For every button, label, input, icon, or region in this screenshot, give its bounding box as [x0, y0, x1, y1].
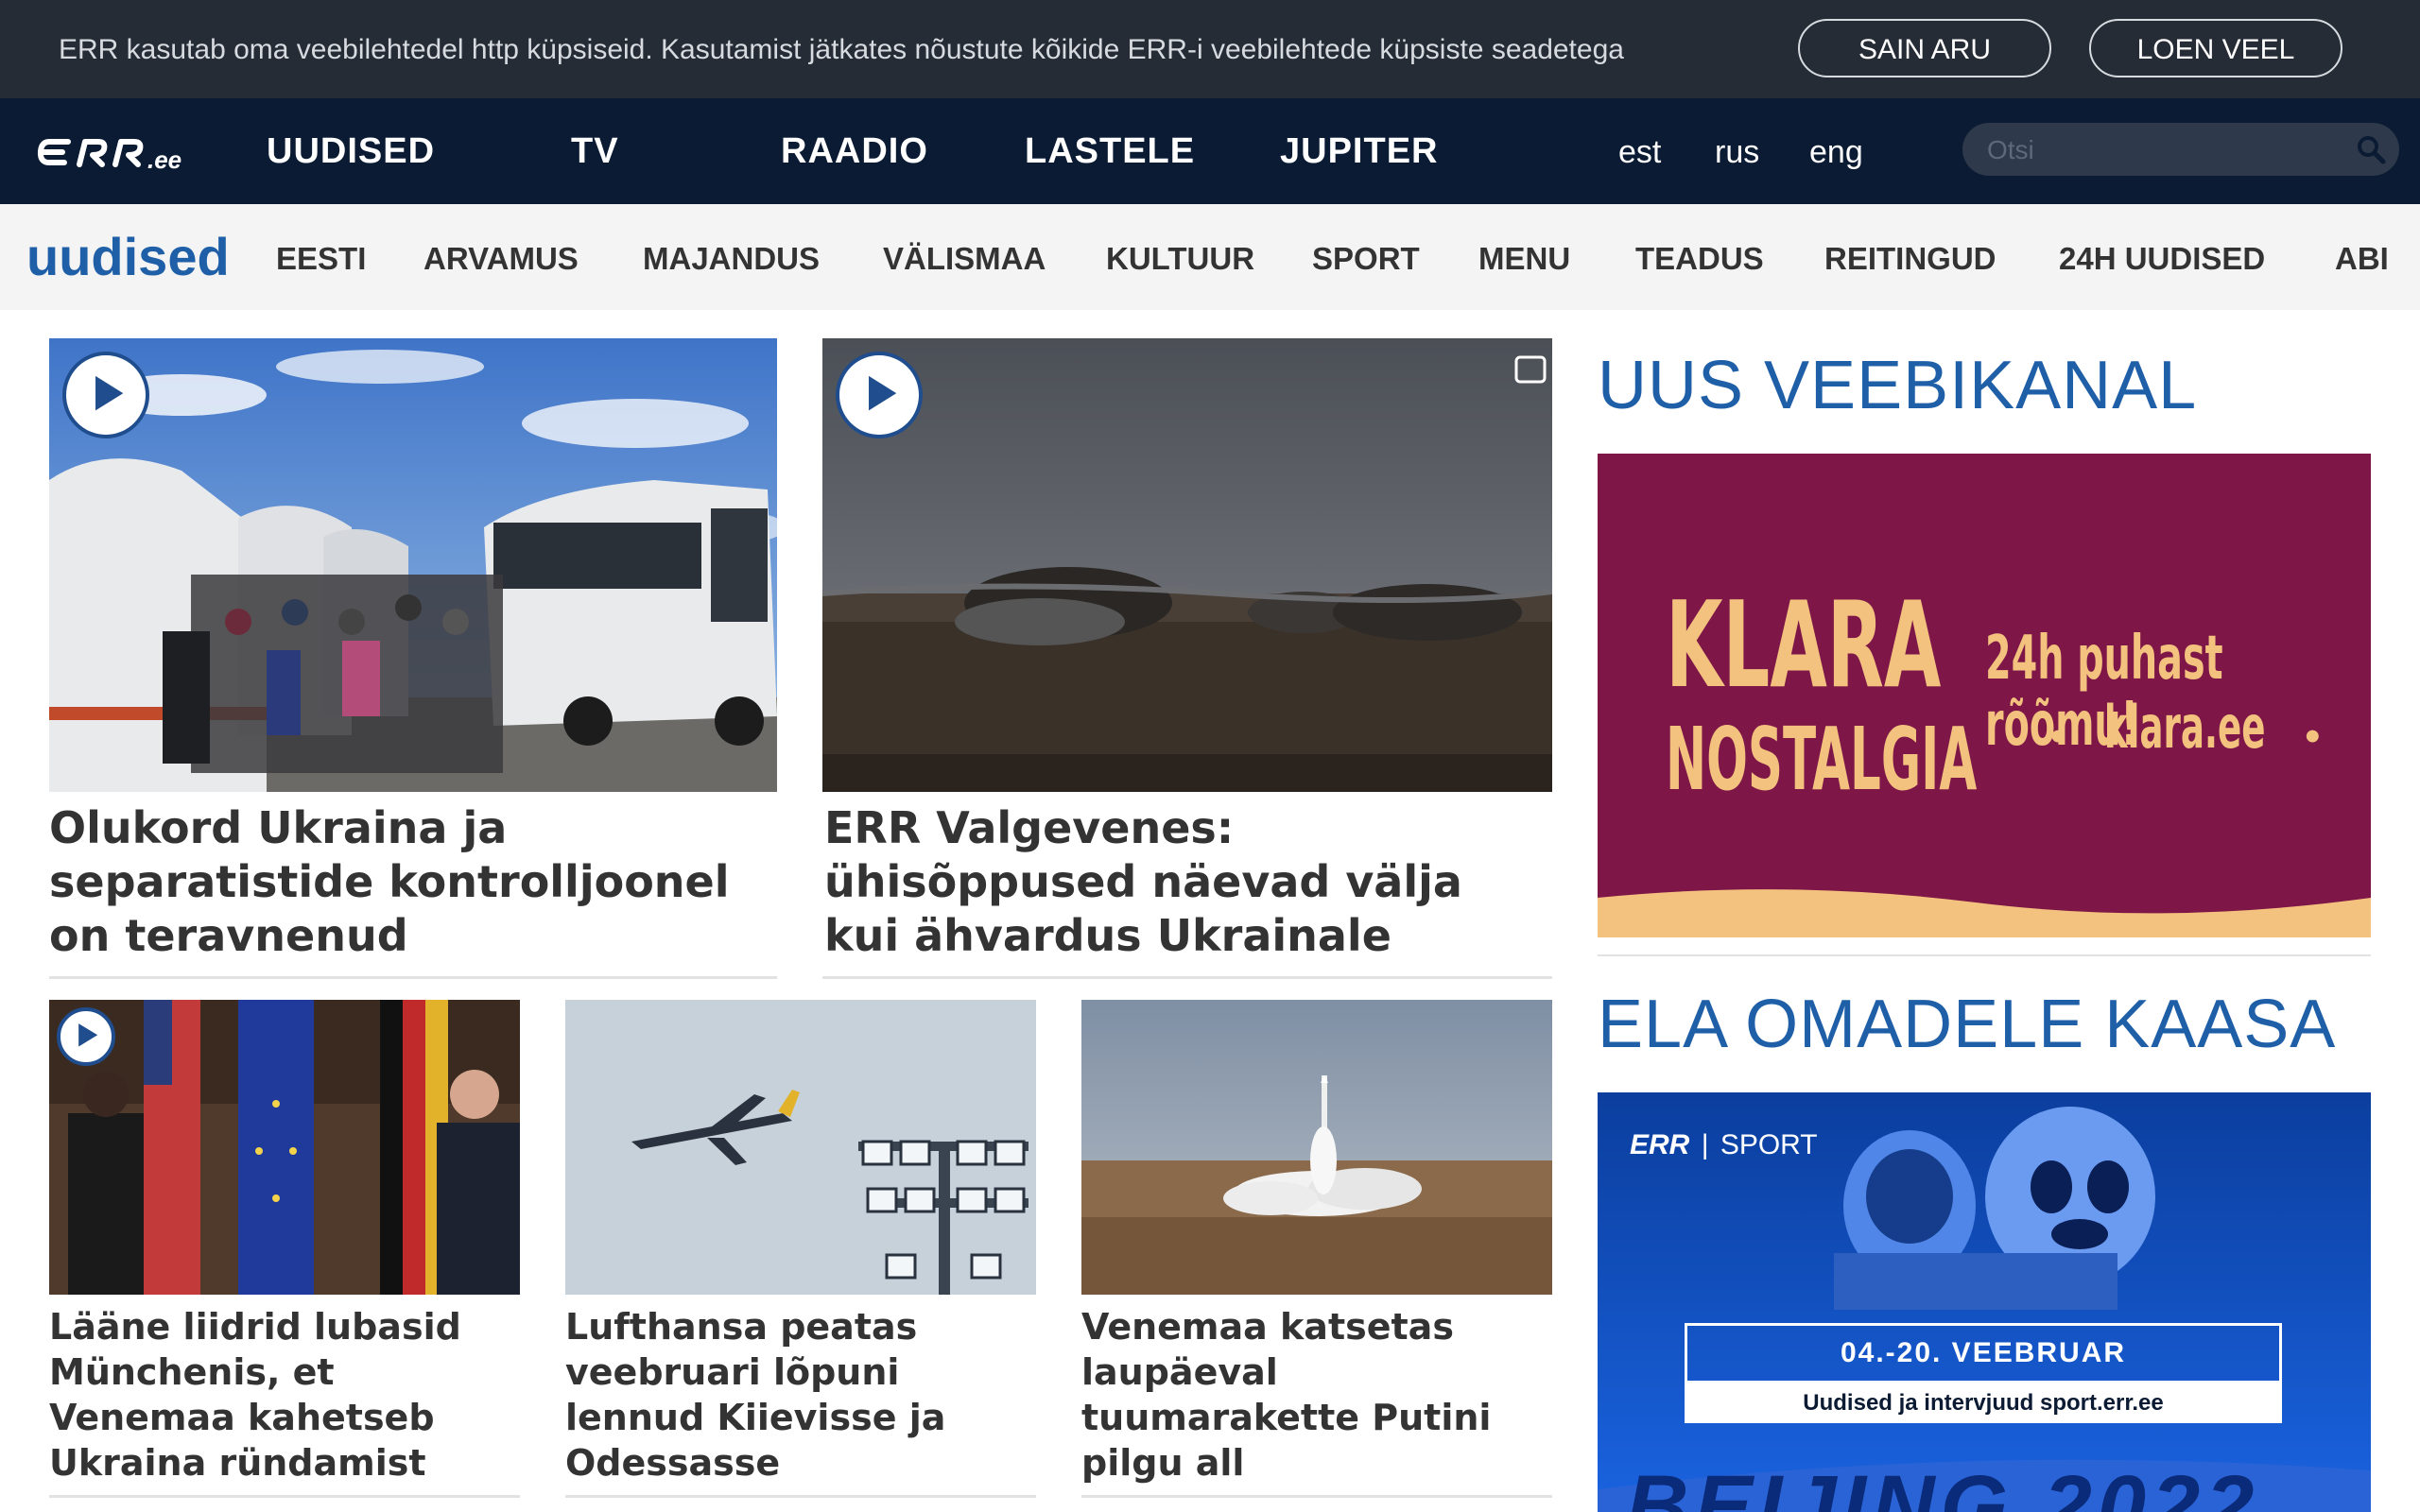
beijing-text: BEIJING 2022: [1626, 1458, 2260, 1512]
svg-text:.ee: .ee: [147, 146, 182, 174]
divider: [822, 976, 1552, 979]
cookie-text: ERR kasutab oma veebilehtedel http küpsi…: [59, 34, 1624, 65]
klara-url: klara.ee: [2104, 693, 2266, 762]
divider: [1598, 954, 2371, 956]
subnav-item-teadus[interactable]: TEADUS: [1635, 240, 1764, 278]
event-info: Uudised ja intervjuud sport.err.ee: [1685, 1383, 2282, 1423]
sidebar-heading-new-channel: UUS VEEBIKANAL: [1598, 348, 2198, 423]
subnav-item-sport[interactable]: SPORT: [1312, 240, 1420, 278]
section-navigation: uudised EESTI ARVAMUS MAJANDUS VÄLISMAA …: [0, 204, 2420, 310]
divider: [49, 1495, 520, 1498]
nav-item-lastele[interactable]: LASTELE: [1025, 130, 1195, 172]
play-icon: [869, 375, 897, 411]
err-sport-olympics-banner[interactable]: ERR | SPORT 04.-20. VEEBRUAR Uudised ja …: [1598, 1092, 2371, 1512]
subnav-item-valismaa[interactable]: VÄLISMAA: [883, 240, 1046, 278]
err-sport-section: SPORT: [1720, 1129, 1818, 1160]
sidebar-heading-follow: ELA OMADELE KAASA: [1598, 987, 2337, 1062]
article-title[interactable]: Lufthansa peatas veebruari lõpuni lennud…: [565, 1304, 1036, 1486]
err-sport-brand: ERR: [1630, 1129, 1690, 1160]
subnav-item-24h-uudised[interactable]: 24H UUDISED: [2059, 240, 2265, 278]
subnav-item-menu[interactable]: MENU: [1478, 240, 1570, 278]
main-navigation: .ee UUDISED TV RAADIO LASTELE JUPITER es…: [0, 98, 2420, 204]
language-est[interactable]: est: [1618, 132, 1661, 172]
article-title[interactable]: Lääne liidrid lubasid Münchenis, et Vene…: [49, 1304, 520, 1486]
nav-item-jupiter[interactable]: JUPITER: [1280, 130, 1438, 172]
article-title[interactable]: Venemaa katsetas laupäeval tuumarakette …: [1081, 1304, 1552, 1486]
search-icon[interactable]: [2356, 134, 2386, 164]
play-video-button[interactable]: [62, 352, 149, 438]
subnav-item-reitingud[interactable]: REITINGUD: [1824, 240, 1996, 278]
article-image-missile-launch[interactable]: [1081, 1000, 1552, 1295]
subnav-item-abi[interactable]: ABI: [2335, 240, 2389, 278]
event-dates: 04.-20. VEEBRUAR: [1685, 1323, 2282, 1383]
article-image-military-exercise[interactable]: [822, 338, 1552, 792]
bullet-icon: ●: [2304, 719, 2322, 751]
klara-url-row: ● klara.ee ●: [2049, 693, 2322, 762]
language-eng[interactable]: eng: [1809, 132, 1863, 172]
play-icon: [95, 375, 124, 411]
section-title[interactable]: uudised: [26, 227, 230, 287]
play-video-button[interactable]: [57, 1007, 115, 1066]
nav-item-tv[interactable]: TV: [571, 130, 619, 172]
bullet-icon: ●: [2049, 719, 2067, 751]
klara-subtitle: NOSTALGIA: [1666, 709, 1978, 810]
cookie-accept-button[interactable]: SAIN ARU: [1798, 19, 2051, 77]
nav-item-raadio[interactable]: RAADIO: [781, 130, 928, 172]
nav-item-uudised[interactable]: UUDISED: [267, 130, 435, 172]
search-input[interactable]: [1985, 130, 2348, 170]
subnav-item-majandus[interactable]: MAJANDUS: [643, 240, 820, 278]
subnav-item-kultuur[interactable]: KULTUUR: [1106, 240, 1254, 278]
subnav-item-arvamus[interactable]: ARVAMUS: [424, 240, 579, 278]
divider: [565, 1495, 1036, 1498]
search-box: [1962, 123, 2399, 176]
play-video-button[interactable]: [836, 352, 923, 438]
divider: [1081, 1495, 1552, 1498]
divider: [49, 976, 777, 979]
article-image-leaders-munich[interactable]: [49, 1000, 520, 1295]
article-image-lufthansa-plane[interactable]: [565, 1000, 1036, 1295]
cookie-read-more-button[interactable]: LOEN VEEL: [2089, 19, 2342, 77]
separator: |: [1701, 1129, 1709, 1160]
article-image-refugee-bus[interactable]: [49, 338, 777, 792]
subnav-item-eesti[interactable]: EESTI: [276, 240, 366, 278]
err-logo[interactable]: .ee: [36, 132, 187, 174]
err-sport-logo: ERR | SPORT: [1630, 1128, 1818, 1162]
article-title[interactable]: ERR Valgevenes: ühisõppused näevad välja…: [824, 801, 1552, 963]
play-icon: [78, 1023, 98, 1047]
klara-nostalgia-banner[interactable]: KLARA NOSTALGIA 24h puhast rõõmu! ● klar…: [1598, 454, 2371, 937]
cookie-banner: ERR kasutab oma veebilehtedel http küpsi…: [0, 0, 2420, 98]
article-title[interactable]: Olukord Ukraina ja separatistide kontrol…: [49, 801, 777, 963]
language-rus[interactable]: rus: [1715, 132, 1759, 172]
klara-title: KLARA: [1666, 576, 1942, 714]
